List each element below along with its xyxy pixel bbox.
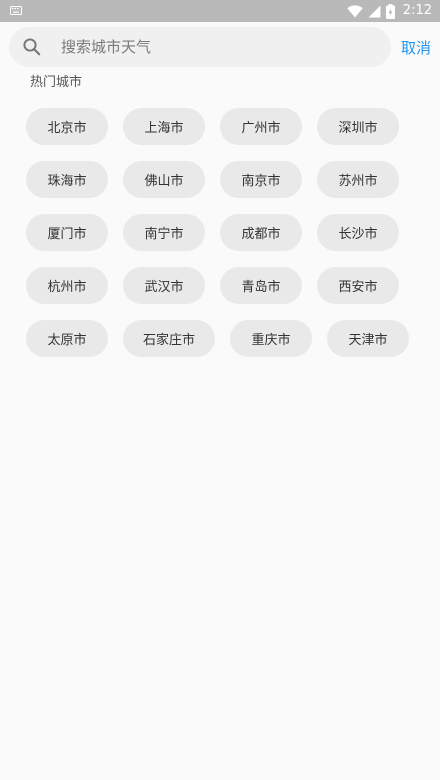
city-chip[interactable]: 厦门市 xyxy=(26,214,108,251)
city-row: 珠海市 佛山市 南京市 苏州市 xyxy=(26,161,416,198)
city-chip[interactable]: 深圳市 xyxy=(317,108,399,145)
city-row: 北京市 上海市 广州市 深圳市 xyxy=(26,108,416,145)
search-bar: 取消 xyxy=(0,22,440,72)
city-chip[interactable]: 珠海市 xyxy=(26,161,108,198)
city-chip[interactable]: 杭州市 xyxy=(26,267,108,304)
status-bar: 2:12 xyxy=(0,0,440,22)
hot-cities-grid: 北京市 上海市 广州市 深圳市 珠海市 佛山市 南京市 苏州市 厦门市 南宁市 … xyxy=(26,108,416,373)
wifi-icon xyxy=(347,4,363,17)
city-chip[interactable]: 西安市 xyxy=(317,267,399,304)
signal-icon xyxy=(368,5,381,17)
search-icon xyxy=(23,38,41,56)
keyboard-icon xyxy=(10,6,22,15)
city-chip[interactable]: 长沙市 xyxy=(317,214,399,251)
city-row: 太原市 石家庄市 重庆市 天津市 xyxy=(26,320,416,357)
city-row: 厦门市 南宁市 成都市 长沙市 xyxy=(26,214,416,251)
cancel-button[interactable]: 取消 xyxy=(401,37,431,58)
city-chip[interactable]: 天津市 xyxy=(327,320,410,357)
city-chip[interactable]: 南宁市 xyxy=(123,214,205,251)
status-icons: 2:12 xyxy=(347,0,432,22)
city-chip[interactable]: 苏州市 xyxy=(317,161,399,198)
search-box[interactable] xyxy=(9,27,391,67)
city-chip[interactable]: 广州市 xyxy=(220,108,302,145)
city-chip[interactable]: 武汉市 xyxy=(123,267,205,304)
city-chip[interactable]: 太原市 xyxy=(26,320,108,357)
battery-icon xyxy=(385,3,395,19)
hot-cities-title: 热门城市 xyxy=(30,75,83,90)
city-chip[interactable]: 石家庄市 xyxy=(123,320,216,357)
search-input[interactable] xyxy=(61,27,381,67)
city-chip[interactable]: 重庆市 xyxy=(230,320,313,357)
city-row: 杭州市 武汉市 青岛市 西安市 xyxy=(26,267,416,304)
city-chip[interactable]: 北京市 xyxy=(26,108,108,145)
city-chip[interactable]: 南京市 xyxy=(220,161,302,198)
city-chip[interactable]: 佛山市 xyxy=(123,161,205,198)
status-time: 2:12 xyxy=(402,3,432,18)
city-chip[interactable]: 青岛市 xyxy=(220,267,302,304)
city-chip[interactable]: 成都市 xyxy=(220,214,302,251)
city-chip[interactable]: 上海市 xyxy=(123,108,205,145)
